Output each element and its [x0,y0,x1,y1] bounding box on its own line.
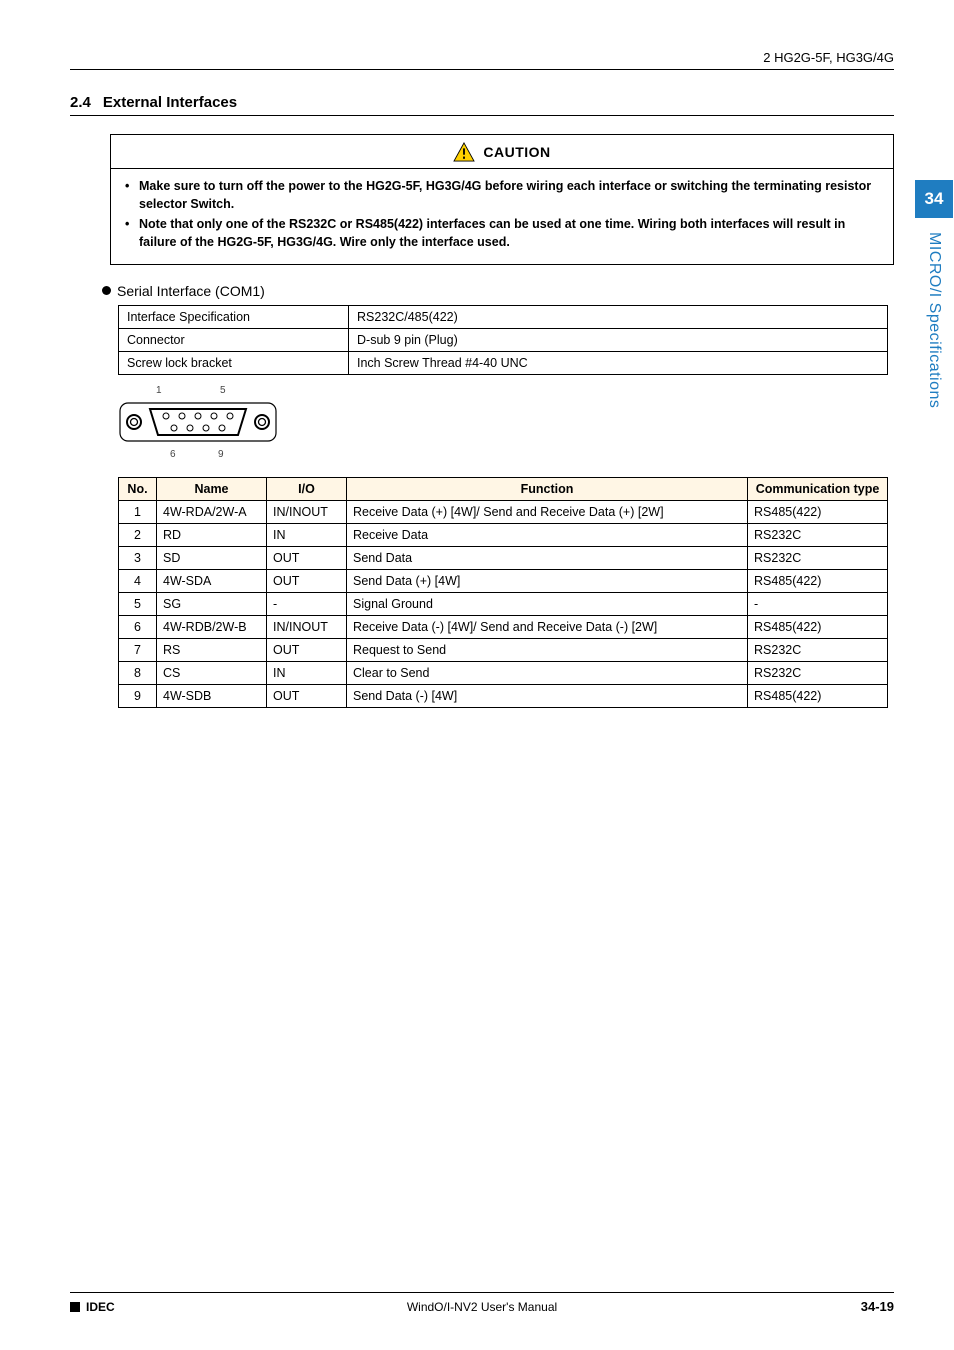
cell-function: Signal Ground [347,592,748,615]
pins-table: No. Name I/O Function Communication type… [118,477,888,708]
cell-comm: RS232C [748,546,888,569]
caution-header: CAUTION [111,135,893,169]
cell-io: IN [267,661,347,684]
table-row: 2RDINReceive DataRS232C [119,523,888,546]
cell-comm: RS485(422) [748,615,888,638]
cell-function: Clear to Send [347,661,748,684]
cell-io: IN [267,523,347,546]
spec-val: Inch Screw Thread #4-40 UNC [349,351,888,374]
cell-comm: RS232C [748,523,888,546]
cell-comm: RS232C [748,661,888,684]
cell-no: 2 [119,523,157,546]
table-row: 8CSINClear to SendRS232C [119,661,888,684]
cell-io: OUT [267,638,347,661]
col-name: Name [157,477,267,500]
page-footer: IDEC WindO/I-NV2 User's Manual 34-19 [70,1292,894,1314]
cell-name: 4W-SDB [157,684,267,707]
cell-io: IN/INOUT [267,500,347,523]
connector-diagram: 1 5 6 9 [118,385,278,461]
caution-label: CAUTION [483,144,550,160]
cell-function: Send Data (-) [4W] [347,684,748,707]
cell-name: 4W-SDA [157,569,267,592]
subheading: Serial Interface (COM1) [117,283,265,299]
cell-no: 7 [119,638,157,661]
table-header-row: No. Name I/O Function Communication type [119,477,888,500]
cell-io: IN/INOUT [267,615,347,638]
cell-name: 4W-RDB/2W-B [157,615,267,638]
cell-function: Send Data [347,546,748,569]
cell-comm: - [748,592,888,615]
spec-key: Connector [119,328,349,351]
caution-body: Make sure to turn off the power to the H… [111,169,893,264]
caution-item: Make sure to turn off the power to the H… [125,177,879,213]
section-title: External Interfaces [103,94,237,111]
table-row: 5SG-Signal Ground- [119,592,888,615]
dsub-connector-icon [118,397,278,447]
table-row: 3SDOUTSend DataRS232C [119,546,888,569]
chapter-label: MICRO/I Specifications [925,232,943,408]
col-comm: Communication type [748,477,888,500]
cell-name: SG [157,592,267,615]
cell-comm: RS485(422) [748,500,888,523]
cell-name: RS [157,638,267,661]
pin-label: 9 [218,449,224,460]
table-row: 64W-RDB/2W-BIN/INOUTReceive Data (-) [4W… [119,615,888,638]
spec-val: D-sub 9 pin (Plug) [349,328,888,351]
cell-no: 5 [119,592,157,615]
col-io: I/O [267,477,347,500]
bullet-icon [102,286,111,295]
cell-no: 9 [119,684,157,707]
section-number: 2.4 [70,94,91,111]
cell-no: 8 [119,661,157,684]
warning-triangle-icon [453,142,475,162]
cell-name: CS [157,661,267,684]
table-row: 7RSOUTRequest to SendRS232C [119,638,888,661]
pin-label: 5 [220,385,226,396]
header-breadcrumb: 2 HG2G-5F, HG3G/4G [763,50,894,65]
spec-key: Interface Specification [119,305,349,328]
section-heading: 2.4 External Interfaces [70,94,894,116]
spec-table: Interface Specification RS232C/485(422) … [118,305,888,375]
cell-no: 1 [119,500,157,523]
cell-name: SD [157,546,267,569]
cell-io: OUT [267,569,347,592]
cell-comm: RS232C [748,638,888,661]
table-row: Screw lock bracket Inch Screw Thread #4-… [119,351,888,374]
cell-io: OUT [267,546,347,569]
pin-label: 6 [170,449,176,460]
spec-val: RS232C/485(422) [349,305,888,328]
cell-no: 4 [119,569,157,592]
caution-item: Note that only one of the RS232C or RS48… [125,215,879,251]
cell-no: 3 [119,546,157,569]
cell-function: Request to Send [347,638,748,661]
cell-function: Receive Data (+) [4W]/ Send and Receive … [347,500,748,523]
col-function: Function [347,477,748,500]
cell-no: 6 [119,615,157,638]
cell-function: Receive Data [347,523,748,546]
chapter-badge: 34 [915,180,953,218]
table-row: 94W-SDBOUTSend Data (-) [4W]RS485(422) [119,684,888,707]
cell-comm: RS485(422) [748,684,888,707]
footer-title: WindO/I-NV2 User's Manual [70,1300,894,1314]
cell-io: OUT [267,684,347,707]
table-row: Interface Specification RS232C/485(422) [119,305,888,328]
table-row: 14W-RDA/2W-AIN/INOUTReceive Data (+) [4W… [119,500,888,523]
page-header: 2 HG2G-5F, HG3G/4G [70,50,894,70]
col-no: No. [119,477,157,500]
table-row: 44W-SDAOUTSend Data (+) [4W]RS485(422) [119,569,888,592]
subheading-row: Serial Interface (COM1) [102,283,894,299]
caution-box: CAUTION Make sure to turn off the power … [110,134,894,265]
cell-function: Receive Data (-) [4W]/ Send and Receive … [347,615,748,638]
cell-function: Send Data (+) [4W] [347,569,748,592]
spec-key: Screw lock bracket [119,351,349,374]
side-tab: 34 MICRO/I Specifications [914,180,954,408]
cell-io: - [267,592,347,615]
cell-name: 4W-RDA/2W-A [157,500,267,523]
pin-label: 1 [156,385,162,396]
cell-name: RD [157,523,267,546]
cell-comm: RS485(422) [748,569,888,592]
table-row: Connector D-sub 9 pin (Plug) [119,328,888,351]
